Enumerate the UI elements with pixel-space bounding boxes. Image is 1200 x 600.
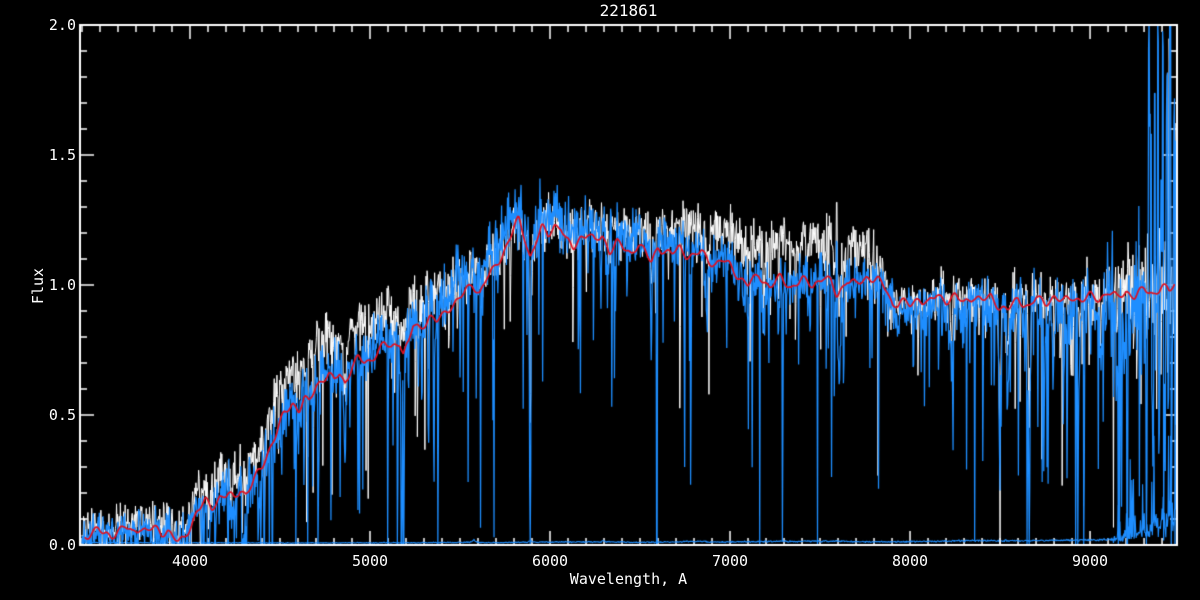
y-tick-label: 0.0	[30, 536, 76, 554]
y-tick-label: 1.0	[30, 276, 76, 294]
spectrum-plot: 221861 Flux Wavelength, A 2.0 1.5 1.0 0.…	[0, 0, 1200, 600]
plot-title: 221861	[80, 2, 1177, 20]
x-tick-label: 7000	[700, 552, 760, 570]
x-tick-label: 4000	[160, 552, 220, 570]
y-tick-label: 1.5	[30, 146, 76, 164]
x-tick-label: 6000	[520, 552, 580, 570]
y-tick-label: 2.0	[30, 16, 76, 34]
x-axis-label: Wavelength, A	[80, 570, 1177, 588]
x-tick-label: 8000	[880, 552, 940, 570]
spectrum-canvas	[0, 0, 1200, 600]
x-tick-label: 5000	[340, 552, 400, 570]
x-tick-label: 9000	[1060, 552, 1120, 570]
y-tick-label: 0.5	[30, 406, 76, 424]
